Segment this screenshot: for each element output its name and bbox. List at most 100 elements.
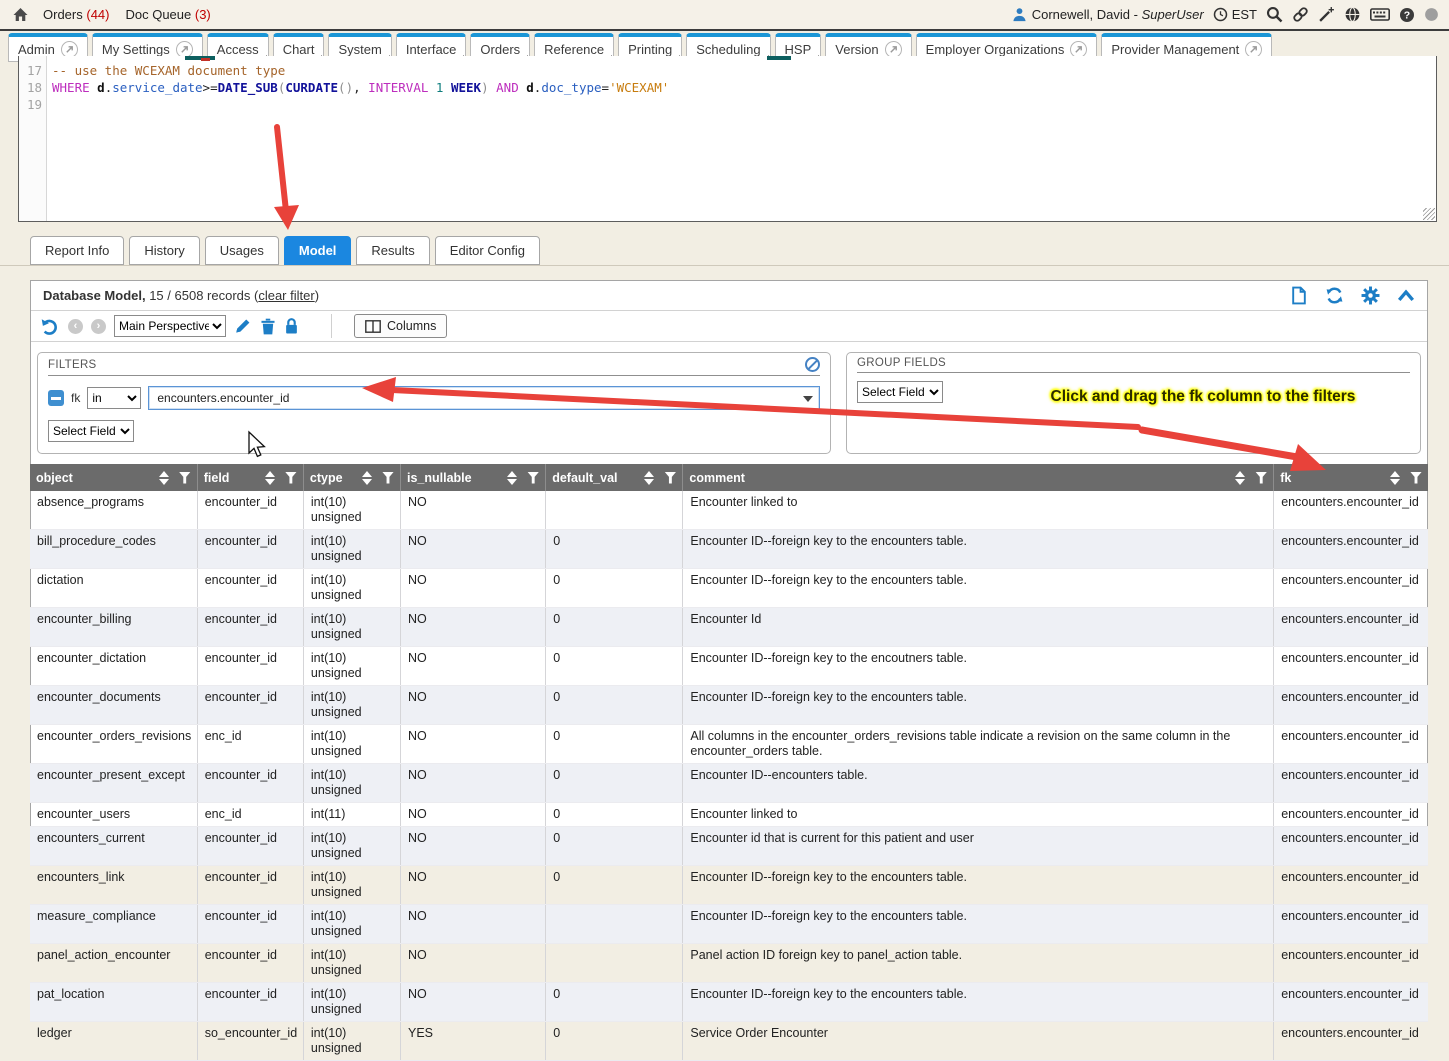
cell-fk[interactable]: encounters.encounter_id [1274, 1022, 1428, 1061]
filter-funnel-icon[interactable] [1255, 472, 1267, 484]
tab-report-info[interactable]: Report Info [30, 236, 124, 265]
column-header-fk[interactable]: fk [1274, 464, 1428, 491]
timezone-control[interactable]: EST [1213, 7, 1257, 22]
cell-fk[interactable]: encounters.encounter_id [1274, 905, 1428, 944]
undo-icon[interactable] [39, 316, 60, 336]
sort-icon[interactable] [1235, 471, 1245, 485]
column-label: ctype [310, 471, 362, 485]
tab-usages[interactable]: Usages [205, 236, 279, 265]
remove-filter-button[interactable] [48, 390, 64, 406]
sort-icon[interactable] [507, 471, 517, 485]
table-row[interactable]: absence_programsencounter_idint(10) unsi… [30, 491, 1428, 530]
editor-code-area[interactable]: -- use the WCEXAM document typeWHERE d.s… [47, 56, 1436, 221]
cell-fk[interactable]: encounters.encounter_id [1274, 803, 1428, 827]
table-row[interactable]: encounter_documentsencounter_idint(10) u… [30, 686, 1428, 725]
new-document-icon[interactable] [1290, 286, 1308, 305]
cell-fk[interactable]: encounters.encounter_id [1274, 764, 1428, 803]
table-row[interactable]: encounter_billingencounter_idint(10) uns… [30, 608, 1428, 647]
column-header-object[interactable]: object [30, 464, 197, 491]
cell-fk[interactable]: encounters.encounter_id [1274, 686, 1428, 725]
clear-filters-icon[interactable] [805, 357, 820, 372]
cell-fk[interactable]: encounters.encounter_id [1274, 827, 1428, 866]
nav-orders[interactable]: Orders (44) [43, 7, 109, 22]
filter-operator-select[interactable]: in [87, 387, 141, 409]
lock-icon[interactable] [284, 317, 299, 335]
filter-funnel-icon[interactable] [664, 472, 676, 484]
table-row[interactable]: pat_locationencounter_idint(10) unsigned… [30, 983, 1428, 1022]
filter-funnel-icon[interactable] [527, 472, 539, 484]
table-row[interactable]: encounters_currentencounter_idint(10) un… [30, 827, 1428, 866]
table-row[interactable]: measure_complianceencounter_idint(10) un… [30, 905, 1428, 944]
next-perspective-button[interactable]: › [91, 319, 106, 334]
column-header-default_val[interactable]: default_val [546, 464, 683, 491]
column-header-is_nullable[interactable]: is_nullable [401, 464, 546, 491]
home-icon[interactable] [12, 7, 29, 23]
cell-fk[interactable]: encounters.encounter_id [1274, 647, 1428, 686]
filter-funnel-icon[interactable] [285, 472, 297, 484]
tab-editor-config[interactable]: Editor Config [435, 236, 540, 265]
cell-fk[interactable]: encounters.encounter_id [1274, 983, 1428, 1022]
globe-icon[interactable] [1344, 6, 1361, 23]
table-row[interactable]: encounters_linkencounter_idint(10) unsig… [30, 866, 1428, 905]
column-header-ctype[interactable]: ctype [303, 464, 400, 491]
perspective-select[interactable]: Main Perspective [114, 315, 226, 337]
table-row[interactable]: encounter_orders_revisionsenc_idint(10) … [30, 725, 1428, 764]
edit-pencil-icon[interactable] [234, 317, 252, 335]
sql-editor[interactable]: 171819 -- use the WCEXAM document typeWH… [18, 56, 1437, 222]
add-group-field-select[interactable]: Select Field [857, 381, 943, 403]
table-row[interactable]: panel_action_encounterencounter_idint(10… [30, 944, 1428, 983]
keyboard-icon[interactable] [1370, 7, 1390, 22]
table-row[interactable]: encounter_usersenc_idint(11)NO0Encounter… [30, 803, 1428, 827]
add-filter-field-select[interactable]: Select Field [48, 420, 134, 442]
prev-perspective-button[interactable]: ‹ [68, 319, 83, 334]
columns-button[interactable]: Columns [354, 314, 447, 338]
filter-funnel-icon[interactable] [179, 472, 191, 484]
table-row[interactable]: encounter_present_exceptencounter_idint(… [30, 764, 1428, 803]
editor-resize-grip[interactable] [1423, 208, 1435, 220]
cell-fk[interactable]: encounters.encounter_id [1274, 491, 1428, 530]
cell-fk[interactable]: encounters.encounter_id [1274, 725, 1428, 764]
cell-fk[interactable]: encounters.encounter_id [1274, 569, 1428, 608]
tab-results[interactable]: Results [356, 236, 429, 265]
table-row[interactable]: bill_procedure_codesencounter_idint(10) … [30, 530, 1428, 569]
collapse-icon[interactable] [1397, 289, 1415, 303]
table-row[interactable]: encounter_dictationencounter_idint(10) u… [30, 647, 1428, 686]
sort-icon[interactable] [1390, 471, 1400, 485]
filter-funnel-icon[interactable] [1410, 472, 1422, 484]
filter-value-text: encounters.encounter_id [157, 391, 289, 405]
clear-filter-link[interactable]: clear filter [258, 288, 314, 303]
sort-icon[interactable] [265, 471, 275, 485]
column-header-comment[interactable]: comment [683, 464, 1274, 491]
tab-history[interactable]: History [129, 236, 199, 265]
trash-icon[interactable] [260, 317, 276, 335]
table-row[interactable]: ledgerso_encounter_idint(10) unsignedYES… [30, 1022, 1428, 1061]
wand-icon[interactable] [1318, 6, 1335, 23]
cell-fk[interactable]: encounters.encounter_id [1274, 608, 1428, 647]
cell-comment: Service Order Encounter [683, 1022, 1274, 1061]
combobox-caret-icon[interactable] [803, 396, 813, 402]
gear-icon[interactable] [1361, 286, 1380, 305]
refresh-icon[interactable] [1325, 286, 1344, 305]
filter-value-combobox[interactable]: encounters.encounter_id [148, 386, 820, 410]
search-icon[interactable] [1266, 6, 1283, 23]
sort-icon[interactable] [159, 471, 169, 485]
user-menu[interactable]: Cornewell, David - SuperUser [1012, 7, 1204, 22]
popout-icon[interactable] [1070, 41, 1087, 58]
help-icon[interactable]: ? [1399, 7, 1415, 23]
sort-icon[interactable] [362, 471, 372, 485]
column-header-field[interactable]: field [197, 464, 303, 491]
nav-doc-queue[interactable]: Doc Queue (3) [125, 7, 210, 22]
popout-icon[interactable] [1245, 41, 1262, 58]
panel-header: Database Model, 15 / 6508 records (clear… [31, 281, 1427, 311]
cell-fk[interactable]: encounters.encounter_id [1274, 530, 1428, 569]
tab-model[interactable]: Model [284, 236, 352, 265]
filter-funnel-icon[interactable] [382, 472, 394, 484]
popout-icon[interactable] [176, 41, 193, 58]
popout-icon[interactable] [61, 41, 78, 58]
table-row[interactable]: dictationencounter_idint(10) unsignedNO0… [30, 569, 1428, 608]
cell-fk[interactable]: encounters.encounter_id [1274, 866, 1428, 905]
cell-fk[interactable]: encounters.encounter_id [1274, 944, 1428, 983]
sort-icon[interactable] [644, 471, 654, 485]
popout-icon[interactable] [885, 41, 902, 58]
link-icon[interactable] [1292, 6, 1309, 23]
